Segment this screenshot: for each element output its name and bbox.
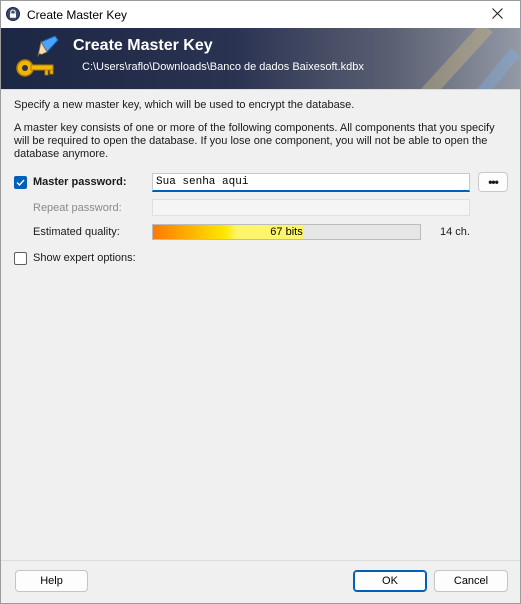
close-icon xyxy=(492,7,503,22)
master-password-label: Master password: xyxy=(33,176,127,188)
database-path: C:\Users\raflo\Downloads\Banco de dados … xyxy=(82,61,364,73)
quality-bits: 67 bits xyxy=(270,226,303,238)
close-button[interactable] xyxy=(475,1,520,28)
banner-decoration-icon xyxy=(381,28,520,89)
estimated-quality-label: Estimated quality: xyxy=(33,226,120,238)
master-password-checkbox[interactable] xyxy=(14,176,27,189)
title-bar[interactable]: Create Master Key xyxy=(1,1,520,28)
show-password-button[interactable]: ••• xyxy=(478,172,508,192)
expert-options-checkbox[interactable] xyxy=(14,252,27,265)
checkmark-icon xyxy=(16,179,25,187)
password-length: 14 ch. xyxy=(440,226,470,238)
components-description: A master key consists of one or more of … xyxy=(14,122,495,160)
repeat-password-input[interactable] xyxy=(152,199,470,216)
ok-button[interactable]: OK xyxy=(353,570,427,592)
banner-divider xyxy=(1,89,520,90)
keepass-lock-icon xyxy=(6,7,20,21)
master-password-input[interactable] xyxy=(152,173,470,192)
window-title: Create Master Key xyxy=(27,8,128,22)
banner-title: Create Master Key xyxy=(73,37,213,54)
create-master-key-dialog: Create Master Key Create Master Key C:\U… xyxy=(0,0,521,604)
expert-options-label: Show expert options: xyxy=(33,252,136,264)
quality-bar: 67 bits xyxy=(152,224,421,240)
header-banner: Create Master Key C:\Users\raflo\Downloa… xyxy=(1,28,520,89)
cancel-button[interactable]: Cancel xyxy=(434,570,508,592)
intro-text: Specify a new master key, which will be … xyxy=(14,99,355,111)
key-pen-icon xyxy=(11,34,61,84)
help-button[interactable]: Help xyxy=(15,570,88,592)
repeat-password-label: Repeat password: xyxy=(33,202,122,214)
